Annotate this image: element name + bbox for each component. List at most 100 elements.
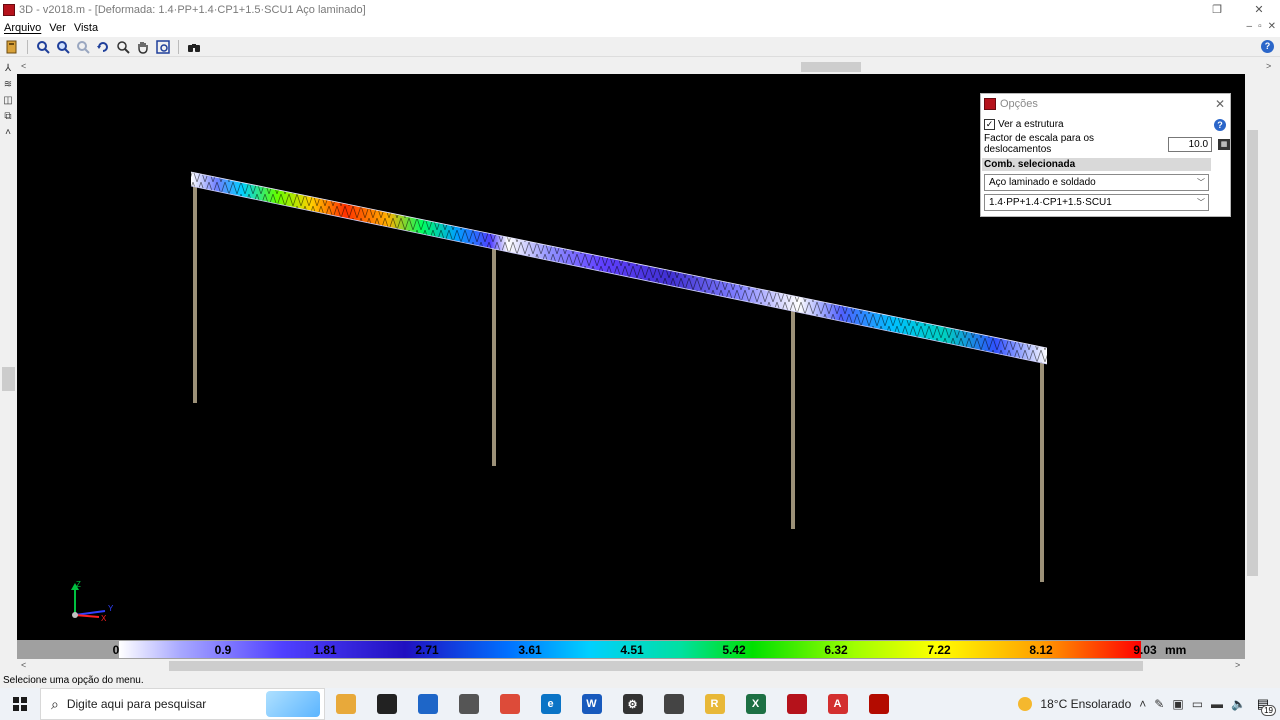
column-2 — [492, 249, 496, 466]
vertical-scrollbar[interactable] — [1245, 74, 1260, 640]
menu-vista[interactable]: Vista — [70, 22, 102, 34]
zoom-previous-icon[interactable] — [75, 39, 91, 55]
scroll-right-icon[interactable]: > — [1235, 660, 1240, 670]
pan-hand-icon[interactable] — [135, 39, 151, 55]
taskbar-file-explorer-button[interactable] — [325, 688, 366, 720]
battery-icon[interactable]: ▬ — [1211, 697, 1223, 711]
top-scroll-thumb[interactable] — [801, 62, 861, 72]
search-placeholder: Digite aqui para pesquisar — [66, 697, 207, 711]
truss-bottom-chord — [190, 185, 1048, 365]
taskbar: ⌕ Digite aqui para pesquisar e W ⚙ R X A 18°C… — [0, 688, 1280, 720]
cypecad-icon — [786, 694, 807, 714]
taskbar-settings-button[interactable]: ⚙ — [612, 688, 653, 720]
notification-count: 19 — [1261, 705, 1276, 716]
mdi-minimize-button[interactable]: – — [1247, 21, 1253, 32]
start-button[interactable] — [0, 688, 40, 720]
material-select[interactable]: Aço laminado e soldado ﹀ — [984, 174, 1209, 191]
taskbar-apps: e W ⚙ R X A — [325, 688, 899, 720]
section-header: Comb. selecionada — [982, 158, 1211, 171]
rotate-icon[interactable] — [95, 39, 111, 55]
material-select-value: Aço laminado e soldado — [989, 177, 1096, 188]
combination-select[interactable]: 1.4·PP+1.4·CP1+1.5·SCU1 ﹀ — [984, 194, 1209, 211]
zoom-extents-icon[interactable] — [155, 39, 171, 55]
legend-label: 9.03 — [1133, 643, 1157, 657]
taskbar-search[interactable]: ⌕ Digite aqui para pesquisar — [40, 688, 325, 720]
left-toolbar: ⅄ ≋ ◫ ⧉ ˄ — [0, 60, 17, 660]
cube-view-icon[interactable]: ◫ — [0, 92, 16, 108]
dialog-close-icon[interactable]: ✕ — [1210, 97, 1230, 111]
scale-factor-input[interactable]: 10.0 — [1168, 136, 1213, 152]
mdi-close-button[interactable]: ✕ — [1268, 21, 1276, 32]
bottom-scroll-thumb[interactable] — [169, 661, 1143, 671]
edge-icon: e — [540, 694, 561, 714]
show-structure-checkbox[interactable]: ✓ — [984, 118, 995, 130]
y-axis-label: Y — [108, 604, 114, 613]
calculator-icon[interactable]: ▦ — [1218, 138, 1230, 150]
axes-view-icon[interactable]: ⅄ — [0, 60, 16, 76]
settings-icon: ⚙ — [622, 694, 643, 714]
taskbar-acrobat-button[interactable] — [858, 688, 899, 720]
zoom-icon[interactable] — [115, 39, 131, 55]
toolbar-separator — [27, 39, 28, 54]
chevron-up-icon[interactable]: ˄ — [1139, 697, 1146, 711]
taskbar-store-button[interactable] — [407, 688, 448, 720]
chevron-down-icon: ﹀ — [1197, 198, 1205, 207]
app-icon — [3, 3, 15, 16]
scroll-up-icon[interactable]: ˄ — [0, 124, 16, 140]
menu-arquivo[interactable]: Arquivo — [0, 22, 45, 34]
taskbar-autocad-button[interactable]: A — [817, 688, 858, 720]
layers-icon[interactable]: ≋ — [0, 76, 16, 92]
taskbar-excel-button[interactable]: X — [735, 688, 776, 720]
device-icon[interactable]: ▣ — [1172, 697, 1183, 711]
legend-label: 5.42 — [722, 643, 746, 657]
search-icon: ⌕ — [51, 695, 59, 712]
taskbar-revit-button[interactable]: R — [694, 688, 735, 720]
vertical-scroll-thumb[interactable] — [1247, 130, 1258, 576]
taskbar-rhino-button[interactable] — [653, 688, 694, 720]
notification-icon[interactable]: ▤ 19 — [1254, 695, 1276, 716]
window-title: 3D - v2018.m - [Deformada: 1.4·PP+1.4·CP… — [19, 3, 366, 16]
zoom-fit-icon[interactable] — [55, 39, 71, 55]
dialog-title-bar[interactable]: Opções ✕ — [981, 94, 1230, 114]
taskbar-edge-button[interactable]: e — [530, 688, 571, 720]
taskbar-cypecad-button[interactable] — [776, 688, 817, 720]
dialog-help-icon[interactable]: ? — [1214, 119, 1226, 131]
rhino-icon — [663, 694, 684, 714]
taskbar-word-button[interactable]: W — [571, 688, 612, 720]
options-dialog[interactable]: Opções ✕ ? ✓ Ver a estrutura Factor de e… — [980, 93, 1231, 217]
revit-icon: R — [704, 694, 725, 714]
weather-text[interactable]: 18°C Ensolarado — [1040, 697, 1131, 711]
top-horizontal-scrollbar[interactable]: < — [17, 60, 1260, 74]
mdi-restore-button[interactable]: ▫ — [1258, 21, 1262, 32]
restore-button[interactable]: ❐ — [1196, 0, 1238, 19]
close-button[interactable]: ✕ — [1238, 0, 1280, 19]
zoom-window-icon[interactable] — [35, 39, 51, 55]
bottom-horizontal-scrollbar[interactable]: < > — [17, 659, 1245, 673]
copy-view-icon[interactable]: ⧉ — [0, 108, 16, 124]
taskbar-calculator-button[interactable] — [448, 688, 489, 720]
volume-icon[interactable]: 🔈 — [1231, 697, 1246, 711]
store-icon — [417, 694, 438, 714]
autocad-icon: A — [827, 694, 848, 714]
show-structure-row[interactable]: ✓ Ver a estrutura — [981, 114, 1230, 134]
weather-sun-icon — [1018, 697, 1033, 711]
scroll-right-icon[interactable]: > — [1266, 61, 1271, 71]
z-axis-label: Z — [76, 580, 81, 589]
help-icon[interactable]: ? — [1261, 40, 1274, 53]
taskbar-chrome-button[interactable] — [489, 688, 530, 720]
scroll-left-icon[interactable]: < — [21, 660, 26, 670]
pen-icon[interactable]: ✎ — [1154, 697, 1164, 711]
legend-label: 7.22 — [927, 643, 951, 657]
scroll-left-icon[interactable]: < — [21, 61, 26, 71]
file-explorer-icon — [335, 694, 356, 714]
right-strip: > — [1260, 60, 1280, 660]
left-scroll-thumb[interactable] — [2, 367, 15, 391]
menu-ver[interactable]: Ver — [45, 22, 70, 34]
binoculars-icon[interactable] — [186, 39, 202, 55]
open-icon[interactable] — [4, 39, 20, 55]
legend-label: 0 — [112, 643, 120, 657]
legend-label: 6.32 — [824, 643, 848, 657]
show-structure-label: Ver a estrutura — [998, 118, 1064, 130]
display-icon[interactable]: ▭ — [1192, 697, 1203, 711]
taskbar-game-app-button[interactable] — [366, 688, 407, 720]
